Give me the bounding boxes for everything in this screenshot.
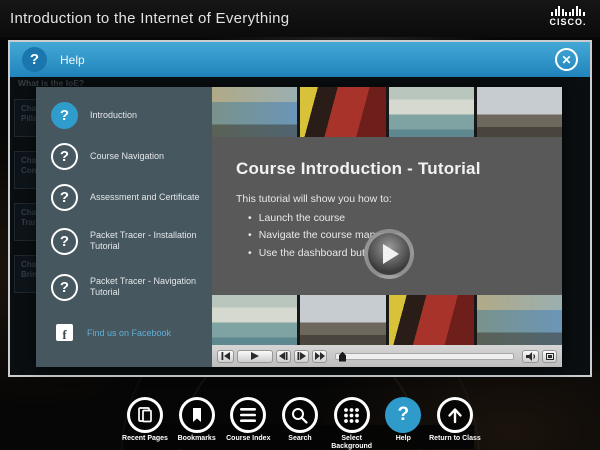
photo-blue-tram xyxy=(212,87,297,137)
seek-bar[interactable] xyxy=(335,353,514,360)
video-frame-strip-top xyxy=(212,87,562,137)
app-window: Introduction to the Internet of Everythi… xyxy=(0,0,600,450)
sidebar-item-label: Assessment and Certificate xyxy=(90,192,202,203)
help-panel: ? Introduction ? Course Navigation ? Ass… xyxy=(36,87,562,367)
question-circle-icon: ? xyxy=(51,274,78,301)
select-background-button[interactable]: Select Background xyxy=(328,397,376,450)
play-icon xyxy=(383,244,399,264)
search-button[interactable]: Search xyxy=(276,397,324,450)
sidebar-item-introduction[interactable]: ? Introduction xyxy=(36,95,212,136)
search-icon xyxy=(282,397,318,433)
sidebar-item-label: Packet Tracer - Installation Tutorial xyxy=(90,230,202,253)
bullet-item: •Navigate the course map xyxy=(248,227,385,244)
recent-pages-icon xyxy=(127,397,163,433)
help-button[interactable]: ? Help xyxy=(379,397,427,450)
dashboard-button-label: Course Index xyxy=(221,435,275,443)
photo-harbor-aerial xyxy=(212,295,297,345)
help-dialog-header: ? Help ✕ xyxy=(10,42,590,77)
video-frame-strip-bottom xyxy=(212,295,562,345)
dashboard-button-label: Return to Class xyxy=(428,435,482,443)
dashboard-button-label: Recent Pages xyxy=(118,435,172,443)
cisco-logo: cisco. xyxy=(546,5,590,27)
close-icon[interactable]: ✕ xyxy=(555,48,578,71)
volume-button[interactable] xyxy=(522,350,539,363)
facebook-icon: f xyxy=(56,324,73,341)
photo-blue-tram xyxy=(477,295,562,345)
bookmarks-icon xyxy=(179,397,215,433)
skip-to-start-button[interactable] xyxy=(217,350,234,363)
dashboard-button-label: Select Background xyxy=(325,435,379,450)
seek-marker[interactable] xyxy=(339,352,346,362)
return-to-class-button[interactable]: Return to Class xyxy=(431,397,479,450)
course-index-button[interactable]: Course Index xyxy=(224,397,272,450)
return-to-class-icon xyxy=(437,397,473,433)
video-player-controls xyxy=(212,345,562,367)
fast-forward-button[interactable] xyxy=(312,350,327,363)
cisco-wordmark: cisco. xyxy=(546,17,590,27)
cisco-bridge-icon xyxy=(546,5,590,16)
facebook-link-label: Find us on Facebook xyxy=(87,328,171,338)
recent-pages-button[interactable]: Recent Pages xyxy=(121,397,169,450)
sidebar-item-course-navigation[interactable]: ? Course Navigation xyxy=(36,136,212,177)
photo-harbor-aerial xyxy=(389,87,474,137)
help-dialog-body: What is the IoE? ChapPillars ChapConn Ch… xyxy=(10,77,590,375)
previous-frame-button[interactable] xyxy=(276,350,291,363)
course-title-bar: Introduction to the Internet of Everythi… xyxy=(0,0,600,37)
dashboard-button-label: Search xyxy=(273,435,327,443)
sidebar-item-label: Packet Tracer - Navigation Tutorial xyxy=(90,276,202,299)
next-frame-button[interactable] xyxy=(294,350,309,363)
play-button[interactable] xyxy=(237,350,273,363)
sidebar-item-pt-navigation[interactable]: ? Packet Tracer - Navigation Tutorial xyxy=(36,264,212,310)
fullscreen-button[interactable] xyxy=(542,350,557,363)
sidebar-item-label: Introduction xyxy=(90,110,202,121)
tutorial-heading: Course Introduction - Tutorial xyxy=(236,159,481,179)
bullet-item: •Launch the course xyxy=(248,210,385,227)
dashboard-button-label: Help xyxy=(376,435,430,443)
help-topics-sidebar: ? Introduction ? Course Navigation ? Ass… xyxy=(36,87,212,367)
photo-guitars xyxy=(300,87,385,137)
sidebar-item-label: Course Navigation xyxy=(90,151,202,162)
photo-mountain-summit xyxy=(477,87,562,137)
question-circle-icon: ? xyxy=(51,184,78,211)
tutorial-intro-text: This tutorial will show you how to: xyxy=(236,193,392,205)
course-index-icon xyxy=(230,397,266,433)
question-circle-icon: ? xyxy=(51,102,78,129)
course-title: Introduction to the Internet of Everythi… xyxy=(10,10,289,27)
help-dialog: ? Help ✕ What is the IoE? ChapPillars Ch… xyxy=(8,40,592,377)
tutorial-content: Course Introduction - Tutorial This tuto… xyxy=(212,87,562,367)
select-background-icon xyxy=(334,397,370,433)
question-circle-icon: ? xyxy=(51,143,78,170)
photo-mountain-summit xyxy=(300,295,385,345)
help-dialog-title: Help xyxy=(60,53,85,67)
help-icon: ? xyxy=(385,397,421,433)
sidebar-item-assessment-certificate[interactable]: ? Assessment and Certificate xyxy=(36,177,212,218)
bookmarks-button[interactable]: Bookmarks xyxy=(173,397,221,450)
question-circle-icon: ? xyxy=(51,228,78,255)
facebook-link[interactable]: f Find us on Facebook xyxy=(36,324,212,341)
video-play-button[interactable] xyxy=(364,229,414,279)
dashboard-toolbar: Recent Pages Bookmarks Course Index Sear… xyxy=(121,397,479,450)
tutorial-slide: Course Introduction - Tutorial This tuto… xyxy=(212,137,562,295)
dashboard-button-label: Bookmarks xyxy=(170,435,224,443)
help-question-icon: ? xyxy=(22,47,47,72)
sidebar-item-pt-installation[interactable]: ? Packet Tracer - Installation Tutorial xyxy=(36,218,212,264)
photo-guitars xyxy=(389,295,474,345)
